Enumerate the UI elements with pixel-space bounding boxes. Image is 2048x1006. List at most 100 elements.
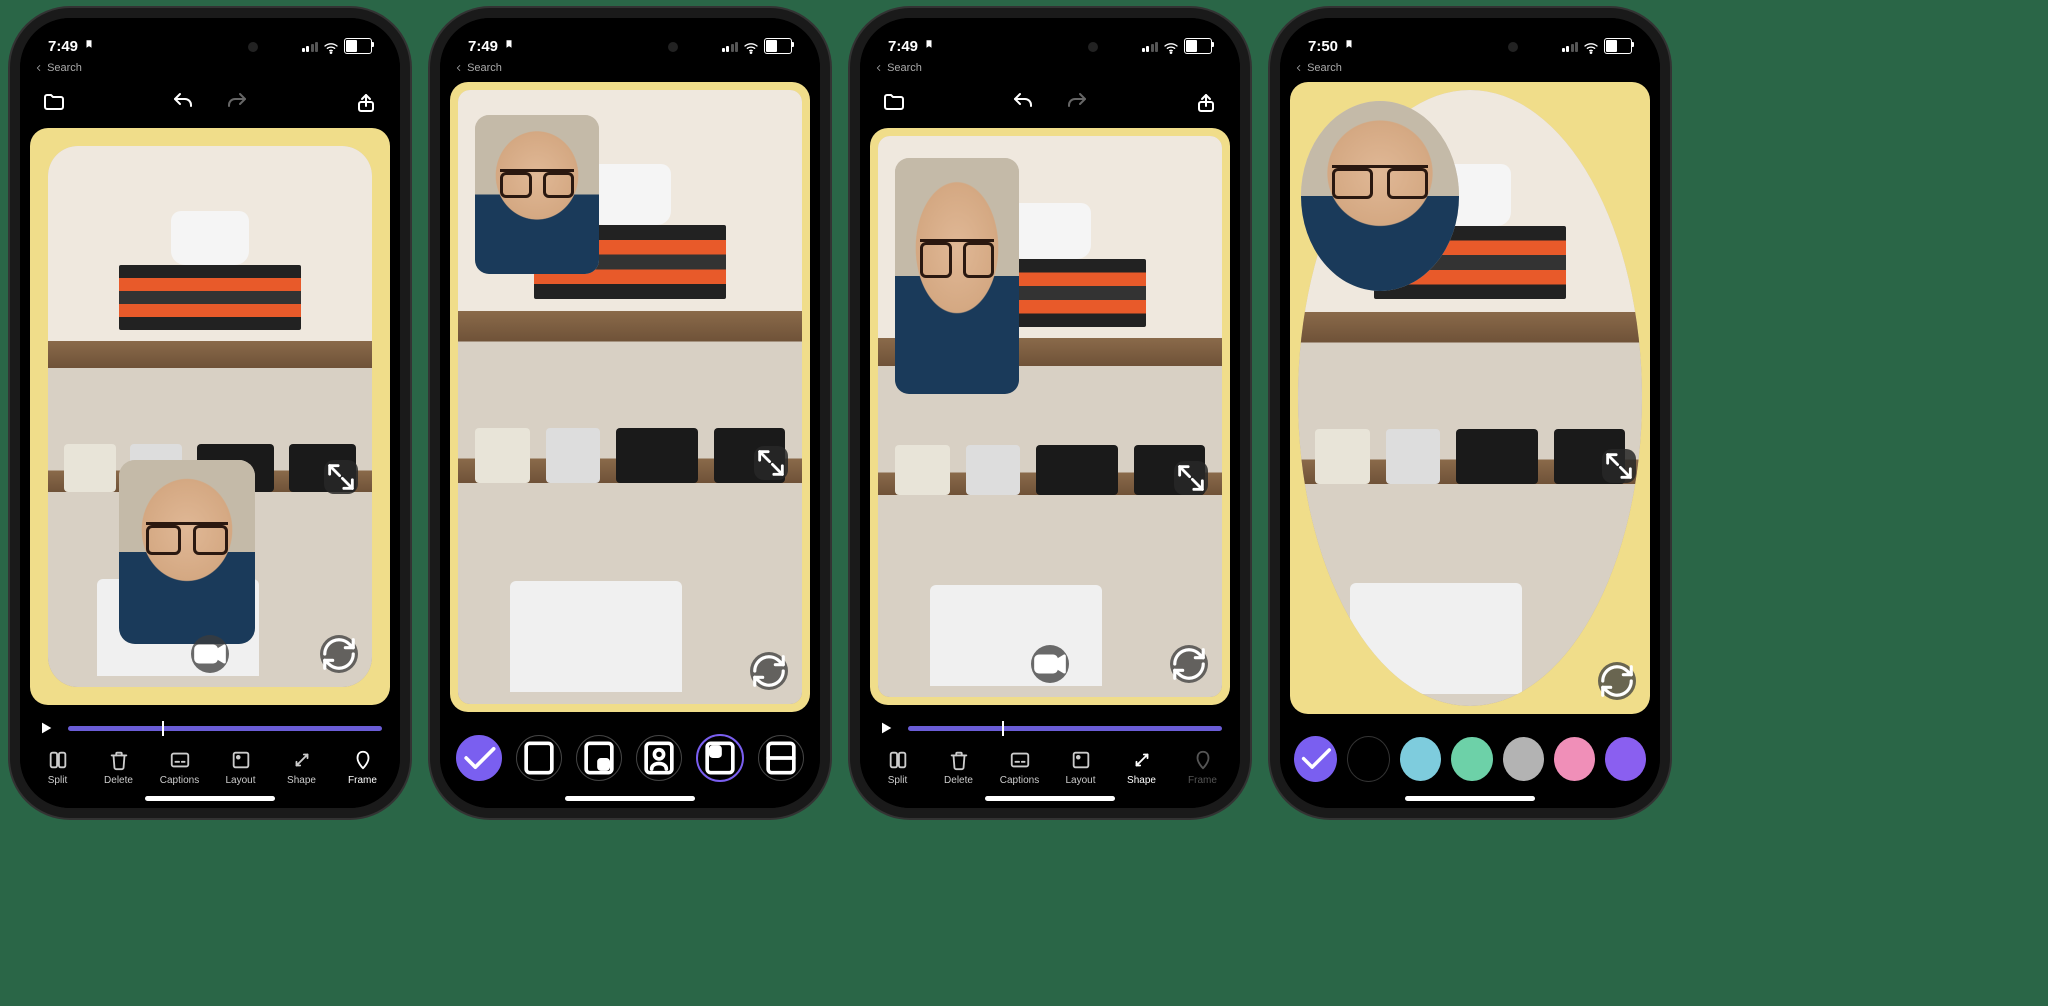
tool-frame[interactable]: Frame bbox=[333, 749, 392, 786]
expand-button[interactable] bbox=[1602, 449, 1636, 483]
battery-icon bbox=[344, 38, 372, 54]
tool-label: Captions bbox=[160, 775, 199, 786]
layout-split-option[interactable] bbox=[758, 735, 804, 781]
presenter-face bbox=[119, 460, 255, 644]
tool-captions[interactable]: Captions bbox=[150, 749, 209, 786]
switch-camera-button[interactable] bbox=[1598, 662, 1636, 700]
editor-top-toolbar bbox=[860, 84, 1240, 120]
tool-split[interactable]: Split bbox=[28, 749, 87, 786]
expand-button[interactable] bbox=[1174, 461, 1208, 495]
canvas-area bbox=[450, 82, 810, 712]
tool-captions[interactable]: Captions bbox=[990, 749, 1049, 786]
pip-presenter[interactable] bbox=[475, 115, 599, 275]
video-frame bbox=[30, 128, 390, 705]
timeline-track[interactable] bbox=[908, 726, 1222, 731]
color-swatch[interactable] bbox=[1347, 736, 1390, 782]
tool-delete[interactable]: Delete bbox=[929, 749, 988, 786]
color-swatch[interactable] bbox=[1554, 737, 1595, 781]
tool-label: Shape bbox=[1127, 775, 1156, 786]
pip-presenter[interactable] bbox=[1301, 101, 1459, 291]
layout-portrait-option[interactable] bbox=[636, 735, 682, 781]
home-indicator[interactable] bbox=[1405, 796, 1535, 801]
undo-button[interactable] bbox=[171, 90, 195, 114]
dynamic-island bbox=[570, 32, 690, 62]
video-frame bbox=[1290, 82, 1650, 714]
record-button[interactable] bbox=[191, 635, 229, 673]
cellular-icon bbox=[302, 41, 319, 52]
presenter-face bbox=[895, 158, 1019, 394]
record-button[interactable] bbox=[1031, 645, 1069, 683]
timeline bbox=[860, 713, 1240, 743]
share-button[interactable] bbox=[354, 90, 378, 114]
timeline-track[interactable] bbox=[68, 726, 382, 731]
frame-icon bbox=[1192, 749, 1214, 771]
layout-pip-br-option[interactable] bbox=[576, 735, 622, 781]
timeline bbox=[20, 713, 400, 743]
tool-label: Split bbox=[48, 775, 67, 786]
phone-mockup: 7:49 Search bbox=[850, 8, 1250, 818]
status-time: 7:50 bbox=[1308, 38, 1338, 55]
wifi-icon bbox=[1583, 40, 1599, 52]
play-button[interactable] bbox=[38, 720, 54, 736]
confirm-button[interactable] bbox=[1294, 736, 1337, 782]
home-indicator[interactable] bbox=[145, 796, 275, 801]
tool-layout[interactable]: Layout bbox=[211, 749, 270, 786]
phone-mockup: 7:49 Search bbox=[430, 8, 830, 818]
share-button[interactable] bbox=[1194, 90, 1218, 114]
tool-shape[interactable]: Shape bbox=[272, 749, 331, 786]
switch-camera-button[interactable] bbox=[1170, 645, 1208, 683]
canvas-area bbox=[1290, 82, 1650, 714]
layout-pip-tl-option[interactable] bbox=[696, 734, 744, 782]
trash-icon bbox=[948, 749, 970, 771]
tool-delete[interactable]: Delete bbox=[89, 749, 148, 786]
switch-camera-button[interactable] bbox=[750, 652, 788, 690]
home-indicator[interactable] bbox=[985, 796, 1115, 801]
split-icon bbox=[887, 749, 909, 771]
layout-icon bbox=[230, 749, 252, 771]
bookmark-icon bbox=[924, 39, 934, 53]
wifi-icon bbox=[323, 40, 339, 52]
tool-label: Delete bbox=[104, 775, 133, 786]
projects-button[interactable] bbox=[882, 90, 906, 114]
cellular-icon bbox=[1562, 41, 1579, 52]
pip-presenter[interactable] bbox=[119, 460, 255, 644]
split-icon bbox=[47, 749, 69, 771]
tool-layout[interactable]: Layout bbox=[1051, 749, 1110, 786]
layout-full-option[interactable] bbox=[516, 735, 562, 781]
video-frame bbox=[870, 128, 1230, 705]
tool-label: Frame bbox=[1188, 775, 1217, 786]
video-content[interactable] bbox=[48, 146, 372, 687]
redo-button[interactable] bbox=[225, 90, 249, 114]
shape-icon bbox=[291, 749, 313, 771]
projects-button[interactable] bbox=[42, 90, 66, 114]
tool-shape[interactable]: Shape bbox=[1112, 749, 1171, 786]
pip-presenter[interactable] bbox=[895, 158, 1019, 394]
status-time: 7:49 bbox=[888, 38, 918, 55]
color-swatch[interactable] bbox=[1451, 737, 1492, 781]
undo-button[interactable] bbox=[1011, 90, 1035, 114]
home-indicator[interactable] bbox=[565, 796, 695, 801]
video-content[interactable] bbox=[458, 90, 802, 704]
dynamic-island bbox=[990, 32, 1110, 62]
play-button[interactable] bbox=[878, 720, 894, 736]
expand-button[interactable] bbox=[754, 446, 788, 480]
tool-frame[interactable]: Frame bbox=[1173, 749, 1232, 786]
layout-icon bbox=[1070, 749, 1092, 771]
expand-button[interactable] bbox=[324, 460, 358, 494]
switch-camera-button[interactable] bbox=[320, 635, 358, 673]
redo-button[interactable] bbox=[1065, 90, 1089, 114]
color-swatch[interactable] bbox=[1503, 737, 1544, 781]
tool-label: Frame bbox=[348, 775, 377, 786]
color-swatch[interactable] bbox=[1400, 737, 1441, 781]
tool-label: Captions bbox=[1000, 775, 1039, 786]
cellular-icon bbox=[1142, 41, 1159, 52]
shape-icon bbox=[1131, 749, 1153, 771]
tool-label: Layout bbox=[1065, 775, 1095, 786]
video-content[interactable] bbox=[878, 136, 1222, 697]
trash-icon bbox=[108, 749, 130, 771]
captions-icon bbox=[1009, 749, 1031, 771]
confirm-button[interactable] bbox=[456, 735, 502, 781]
color-swatch[interactable] bbox=[1605, 737, 1646, 781]
editor-top-toolbar bbox=[20, 84, 400, 120]
tool-split[interactable]: Split bbox=[868, 749, 927, 786]
